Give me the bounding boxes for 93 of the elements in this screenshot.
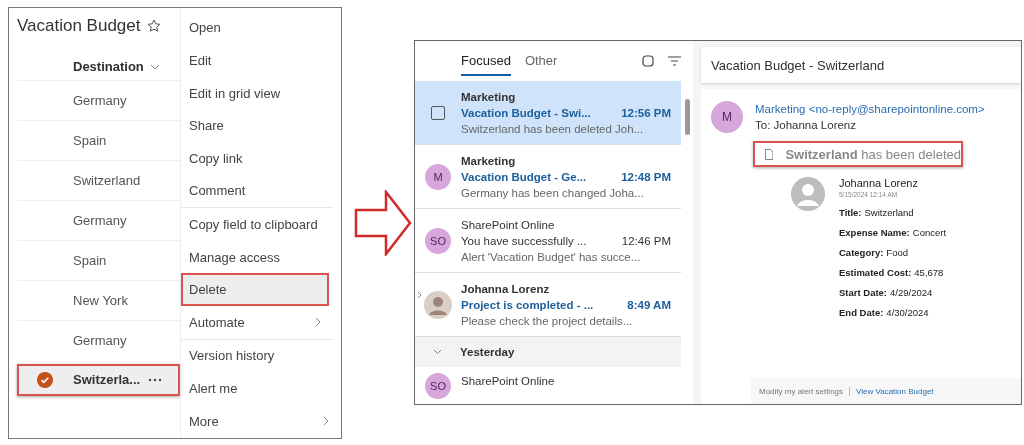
field-value: 4/30/2024 (886, 306, 929, 318)
destination-text: Switzerland (73, 172, 141, 188)
message-sender: SharePoint Online (461, 374, 556, 389)
message-sender: SharePoint Online (461, 217, 556, 233)
message-item[interactable]: Marketing Vacation Budget - Swi... 12:56 PM Switzerland has been deleted Joh... (415, 81, 681, 145)
message-item[interactable]: SO SharePoint Online You have successfully ... 12:46 PM Alert 'Vacation Budget' has succe... (415, 209, 681, 273)
message-sender: Johanna Lorenz (461, 281, 551, 297)
menu-item[interactable]: Share (181, 109, 341, 142)
menu-item[interactable]: More (181, 404, 341, 438)
message-subject: You have successfully ... (461, 233, 587, 249)
author-name: Johanna Lorenz (839, 177, 919, 189)
menu-item[interactable]: Version history (181, 339, 341, 373)
field-label: Expense Name: (839, 226, 910, 238)
destination-text: Germany (73, 92, 127, 108)
email-recipient: To: Johanna Lorenz (755, 118, 858, 133)
avatar-initials: M (425, 163, 451, 190)
mail-tab[interactable]: Focused (461, 46, 511, 76)
more-options-icon[interactable] (148, 377, 163, 382)
message-preview: Please check the project details... (461, 313, 634, 329)
menu-item[interactable]: Copy link (181, 141, 341, 175)
chevron-right-icon (315, 317, 321, 328)
avatar-initials: SO (425, 227, 451, 254)
list-row[interactable]: Germany (17, 319, 180, 360)
filter-icon[interactable] (668, 56, 681, 66)
message-time: 12:48 PM (621, 169, 671, 185)
field-value: Switzerland (864, 206, 914, 218)
chevron-right-icon (323, 416, 329, 427)
list-row[interactable]: New York (17, 279, 180, 320)
scrollbar-thumb[interactable] (684, 99, 690, 135)
right-arrow-icon (354, 189, 412, 256)
mail-tab[interactable]: Other (524, 46, 558, 76)
message-item[interactable]: M Marketing Vacation Budget - Ge... 12:48 PM Germany has been changed Joha... (415, 145, 681, 209)
document-icon (765, 147, 774, 161)
chevron-down-icon[interactable] (149, 63, 160, 70)
destination-text: Germany (73, 332, 127, 348)
destination-text: Switzerla... (73, 372, 141, 387)
list-row[interactable]: Switzerland (17, 159, 180, 200)
menu-item[interactable]: Copy field to clipboard (181, 208, 341, 241)
message-time: 8:49 AM (627, 297, 671, 313)
chevron-down-icon[interactable] (433, 349, 442, 355)
menu-item[interactable]: Automate (181, 306, 333, 340)
message-sender: Marketing (461, 89, 517, 105)
menu-item[interactable]: Edit in grid view (181, 76, 341, 110)
person-placeholder-icon (791, 177, 825, 211)
destination-text: Spain (73, 252, 107, 268)
destination-text: Germany (73, 212, 127, 228)
destination-text: New York (73, 292, 128, 308)
message-sender: Marketing (461, 153, 517, 169)
message-time: 12:56 PM (621, 105, 671, 121)
message-preview: Switzerland has been deleted Joh... (461, 121, 645, 137)
chevron-right-icon[interactable] (417, 291, 422, 299)
field-label: Start Date: (839, 286, 888, 298)
list-row[interactable]: Germany (17, 79, 180, 120)
message-subject: Vacation Budget - Ge... (461, 169, 587, 185)
checkbox[interactable] (431, 105, 445, 120)
menu-item[interactable]: Alert me (181, 372, 341, 405)
list-row[interactable]: Switzerla... (17, 363, 180, 396)
field-label: Category: (839, 246, 884, 258)
person-silhouette-icon (424, 290, 452, 319)
email-sender[interactable]: Marketing <no-reply@sharepointonline.com> (755, 101, 985, 117)
field-value: Concert (912, 226, 947, 238)
message-time: 12:46 PM (621, 233, 671, 249)
avatar-initials: SO (425, 373, 451, 399)
field-label: End Date: (839, 306, 884, 318)
avatar-initials: M (711, 101, 743, 133)
column-header[interactable]: Destination (73, 59, 144, 74)
menu-item[interactable]: Edit (181, 44, 341, 77)
field-value: 45,678 (914, 266, 944, 278)
menu-item[interactable]: Open (181, 11, 341, 45)
notice-text: Switzerland has been deleted (785, 146, 961, 162)
list-row[interactable]: Spain (17, 239, 180, 280)
list-title: Vacation Budget (17, 15, 141, 36)
list-row[interactable]: Germany (17, 199, 180, 240)
menu-item[interactable]: Manage access (181, 240, 341, 274)
field-value: Food (886, 246, 908, 258)
destination-text: Spain (73, 132, 107, 148)
check-circle-icon[interactable] (37, 371, 53, 388)
group-header[interactable]: Yesterday (460, 346, 515, 358)
footer-link[interactable]: Modify my alert settings (759, 386, 844, 396)
message-subject: Vacation Budget - Swi... (461, 105, 591, 121)
menu-item[interactable]: Comment (181, 174, 333, 209)
message-preview: Alert 'Vacation Budget' has succe... (461, 249, 642, 265)
footer-link[interactable]: View Vacation Budget (856, 386, 934, 396)
email-subject: Vacation Budget - Switzerland (711, 57, 885, 73)
message-preview: Germany has been changed Joha... (461, 185, 645, 201)
message-subject: Project is completed - ... (461, 297, 594, 313)
field-label: Title: (839, 206, 862, 218)
star-icon[interactable] (146, 18, 161, 33)
select-icon[interactable] (642, 55, 654, 67)
menu-item[interactable]: Delete (181, 273, 329, 306)
list-row[interactable]: Spain (17, 119, 180, 160)
field-value: 4/29/2024 (890, 286, 933, 298)
field-label: Estimated Cost: (839, 266, 912, 278)
